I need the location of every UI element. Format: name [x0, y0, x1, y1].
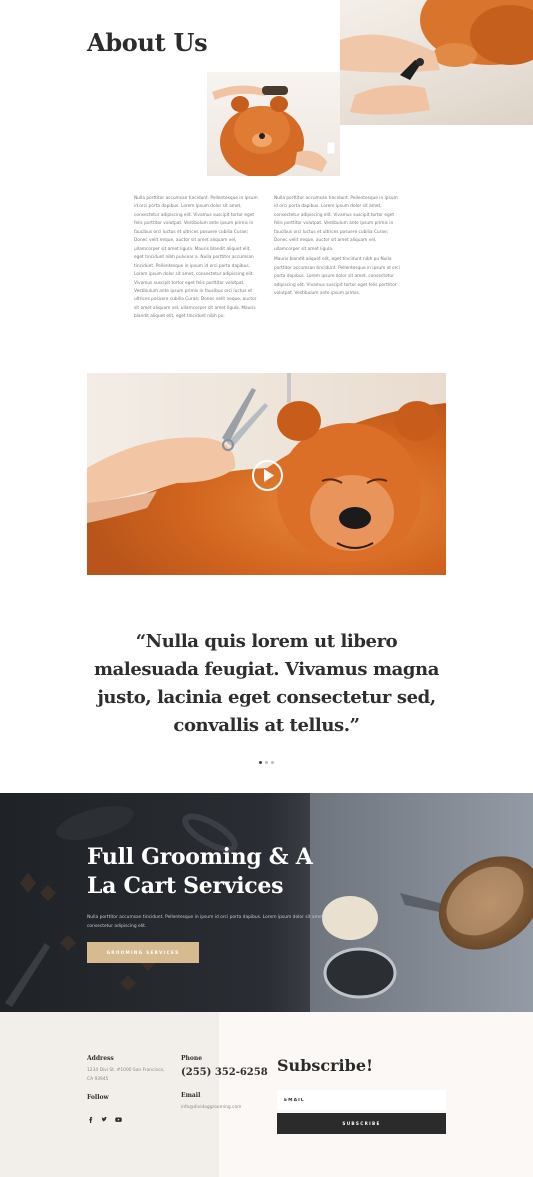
services-description: Nulla porttitor accumsan tincidunt. Pell… — [87, 915, 325, 929]
play-icon — [264, 469, 274, 482]
services-title: Full Grooming & A La Cart Services — [87, 844, 313, 899]
facebook-icon[interactable] — [87, 1108, 94, 1123]
paw-trimming-photo — [340, 0, 533, 125]
pagination-dot[interactable] — [271, 761, 274, 764]
follow-label: Follow — [87, 1094, 109, 1101]
address-value: 1234 Divi St. #1000 San Francisco, CA 93… — [87, 1068, 165, 1082]
testimonial-quote: “Nulla quis lorem ut libero malesuada fe… — [93, 631, 439, 736]
subscribe-button[interactable]: SUBSCRIBE — [277, 1113, 446, 1134]
phone-value[interactable]: (255) 352-6258 — [181, 1067, 268, 1078]
footer — [0, 1012, 533, 1177]
grooming-services-button[interactable]: GROOMING SERVICES — [87, 942, 199, 963]
grooming-tools-background — [0, 793, 533, 1012]
pagination-dot[interactable] — [259, 761, 262, 764]
about-title: About Us — [87, 28, 208, 57]
services-banner — [0, 793, 533, 1012]
address-label: Address — [87, 1055, 114, 1062]
brushing-dog-photo — [207, 72, 340, 176]
about-paragraph: Nulla porttitor accumsan tincidunt. Pell… — [134, 196, 258, 320]
twitter-icon[interactable] — [101, 1108, 108, 1122]
email-label: Email — [181, 1092, 201, 1099]
about-paragraph: Mauris blandit aliquet elit, eget tincid… — [274, 257, 400, 296]
about-section: About Us Nulla porttitor accumsan tincid… — [0, 0, 533, 340]
youtube-icon[interactable] — [115, 1108, 122, 1122]
about-text-right: Nulla porttitor accumsan tincidunt. Pell… — [274, 195, 401, 298]
subscribe-title: Subscribe! — [277, 1056, 374, 1075]
phone-label: Phone — [181, 1055, 203, 1062]
about-paragraph: Nulla porttitor accumsan tincidunt. Pell… — [274, 196, 398, 252]
pagination-dot[interactable] — [265, 761, 268, 764]
subscribe-email-input[interactable] — [277, 1090, 446, 1110]
testimonial-pagination — [259, 761, 274, 765]
about-text-left: Nulla porttitor accumsan tincidunt. Pell… — [134, 195, 261, 322]
play-video-button[interactable] — [252, 460, 283, 491]
email-value[interactable]: info@dividoggrooming.com — [181, 1103, 241, 1112]
social-links — [87, 1108, 122, 1123]
